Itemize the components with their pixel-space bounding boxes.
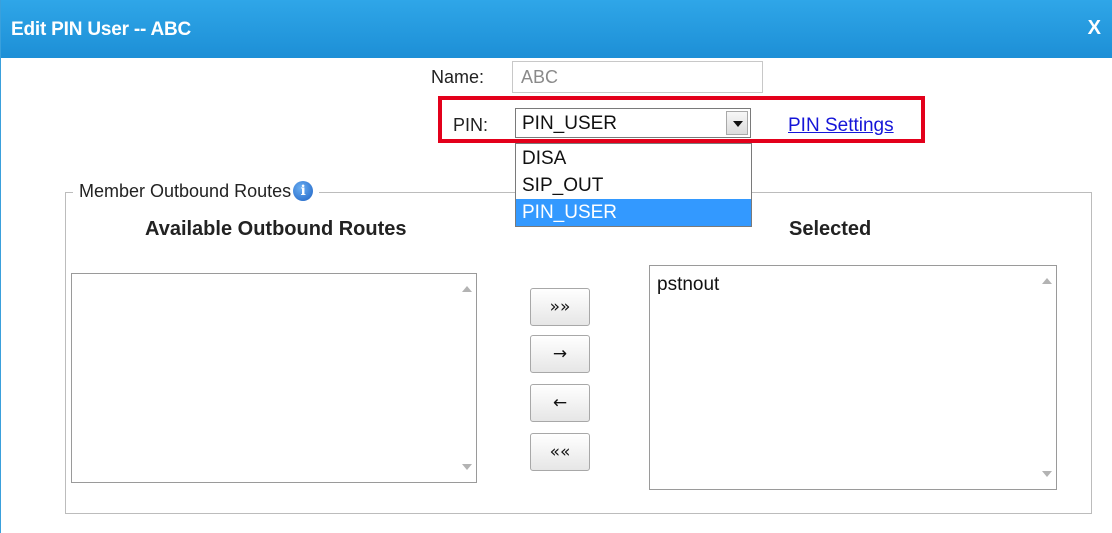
scroll-down-icon[interactable] xyxy=(462,464,472,470)
pin-select[interactable]: PIN_USER xyxy=(515,108,751,138)
dialog-titlebar: Edit PIN User -- ABC X xyxy=(1,0,1112,58)
pin-option-pin-user[interactable]: PIN_USER xyxy=(516,199,751,226)
dialog-title: Edit PIN User -- ABC xyxy=(11,19,192,40)
chevron-down-icon[interactable] xyxy=(726,111,748,135)
pin-dropdown-list[interactable]: DISA SIP_OUT PIN_USER xyxy=(515,143,752,227)
pin-option-sip-out[interactable]: SIP_OUT xyxy=(516,172,751,199)
add-all-button[interactable]: »» xyxy=(530,288,590,326)
available-routes-header: Available Outbound Routes xyxy=(145,218,407,240)
selected-list-scrollbar[interactable] xyxy=(1038,266,1056,489)
pin-settings-link[interactable]: PIN Settings xyxy=(788,115,894,137)
scroll-up-icon[interactable] xyxy=(1042,278,1052,284)
pin-label: PIN: xyxy=(453,115,489,135)
pin-option-disa[interactable]: DISA xyxy=(516,145,751,172)
available-routes-list[interactable] xyxy=(71,273,477,483)
pin-select-value: PIN_USER xyxy=(522,113,618,134)
scroll-down-icon[interactable] xyxy=(1042,471,1052,477)
edit-pin-user-dialog: Edit PIN User -- ABC X Name: PIN: PIN_US… xyxy=(0,0,1112,533)
info-icon[interactable]: i xyxy=(293,181,314,201)
scroll-up-icon[interactable] xyxy=(462,286,472,292)
list-item[interactable]: pstnout xyxy=(657,274,719,296)
name-label: Name: xyxy=(431,67,485,87)
selected-routes-header: Selected xyxy=(789,218,872,240)
add-button[interactable]: → xyxy=(530,335,590,373)
available-list-scrollbar[interactable] xyxy=(458,274,476,482)
remove-button[interactable]: ← xyxy=(530,384,590,422)
selected-routes-list[interactable]: pstnout xyxy=(649,265,1057,490)
legend-text: Member Outbound Routes xyxy=(79,181,292,201)
remove-all-button[interactable]: «« xyxy=(530,433,590,471)
close-button[interactable]: X xyxy=(1088,17,1101,40)
name-field[interactable] xyxy=(512,61,763,93)
fieldset-legend: Member Outbound Routes i xyxy=(73,181,320,202)
